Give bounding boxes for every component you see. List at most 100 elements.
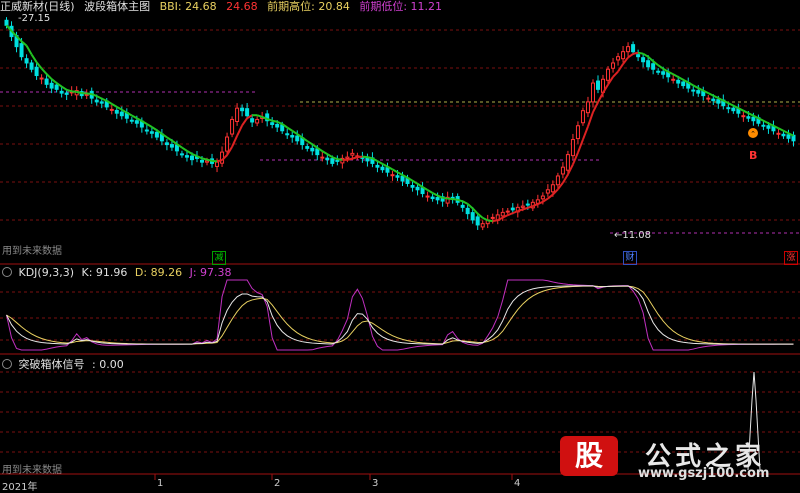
candles (5, 17, 795, 230)
bbi-segment (548, 195, 553, 199)
candle-body (216, 162, 219, 166)
bbi-segment (708, 93, 713, 96)
candle-body (717, 100, 720, 104)
candle-body (185, 156, 188, 158)
bbi-segment (598, 93, 603, 102)
candle-body (40, 78, 43, 79)
kdj-k-line (7, 286, 794, 344)
bbi-segment (72, 91, 77, 92)
bbi-segment (382, 164, 387, 167)
chart-canvas[interactable]: ⌃ (0, 0, 800, 491)
candle-body (511, 208, 514, 210)
candle-body (466, 208, 469, 213)
candle-body (50, 83, 53, 88)
bbi-segment (392, 169, 397, 172)
indicator-settings-icon[interactable] (2, 267, 12, 277)
candle-body (762, 125, 765, 126)
badge-reduce[interactable]: 减 (212, 251, 226, 265)
candle-body (130, 120, 133, 121)
main-grid (0, 30, 800, 220)
candle-body (311, 148, 314, 151)
bbi-segment (583, 126, 588, 139)
candle-body (180, 154, 183, 155)
bbi-segment (433, 193, 438, 196)
bbi-segment (347, 159, 352, 160)
indicator-settings-icon[interactable] (2, 359, 12, 369)
candle-body (25, 59, 28, 63)
candle-body (571, 140, 574, 156)
bbi-segment (182, 148, 187, 151)
bbi-segment (418, 184, 423, 187)
candle-body (677, 80, 680, 83)
bbi-segment (32, 54, 37, 62)
bbi-segment (593, 102, 598, 112)
candle-body (296, 136, 299, 141)
bbi-segment (167, 137, 172, 140)
candle-body (391, 175, 394, 176)
bbi-segment (728, 103, 733, 106)
candle-body (286, 134, 289, 135)
kdj-lines (7, 280, 794, 350)
candle-body (381, 167, 384, 170)
candle-body (351, 153, 354, 155)
candle-body (416, 187, 419, 190)
candle-body (145, 130, 148, 131)
candle-body (30, 63, 33, 69)
low-price-label: ←11.08 (614, 230, 651, 241)
candle-body (431, 197, 434, 199)
future-data-note-signal: 用到未来数据 (2, 461, 62, 476)
candle-body (541, 196, 544, 199)
candle-body (115, 110, 118, 113)
candle-body (707, 98, 710, 99)
candle-body (110, 109, 113, 110)
kdj-title[interactable]: KDJ(9,3,3) (19, 266, 75, 279)
bbi-segment (613, 72, 618, 77)
bbi-segment (337, 159, 342, 160)
candle-body (581, 111, 584, 123)
time-axis-tick: 4 (514, 478, 520, 489)
candle-body (627, 47, 630, 52)
bbi-segment (748, 113, 753, 116)
candle-body (95, 100, 98, 102)
candle-body (657, 71, 660, 72)
candle-body (326, 158, 329, 160)
bbi-segment (152, 127, 157, 130)
candle-body (5, 20, 8, 25)
bbi-segment (453, 199, 458, 200)
bbi-segment (77, 92, 82, 93)
bbi-segment (312, 144, 317, 148)
bbi-segment (352, 157, 357, 159)
candle-body (752, 117, 755, 121)
candle-body (221, 152, 224, 163)
candle-body (231, 119, 234, 134)
bbi-segment (673, 74, 678, 77)
bbi-segment (493, 220, 498, 221)
bbi-segment (783, 131, 788, 134)
candle-body (556, 176, 559, 185)
candle-body (596, 81, 599, 89)
bbi-segment (257, 115, 262, 117)
bbi-segment (97, 96, 102, 99)
candle-body (632, 45, 635, 52)
candle-body (491, 217, 494, 218)
bbi-segment (638, 53, 643, 54)
candle-body (622, 52, 625, 59)
candle-body (271, 123, 274, 125)
badge-finance[interactable]: 财 (623, 251, 637, 265)
bbi-segment (463, 201, 468, 204)
signal-header: 突破箱体信号 : 0.00 (2, 356, 124, 372)
bbi-segment (27, 46, 32, 55)
bbi-segment (87, 93, 92, 94)
bbi-segment (242, 118, 247, 125)
candle-body (336, 160, 339, 161)
candle-body (777, 133, 780, 134)
kdj-header: KDJ(9,3,3) K: 91.96 D: 89.26 J: 97.38 (2, 266, 232, 279)
candle-body (276, 124, 279, 127)
badge-rise[interactable]: 涨 (784, 251, 798, 265)
bbi-segment (47, 74, 52, 79)
bbi-segment (443, 198, 448, 199)
signal-title[interactable]: 突破箱体信号 (19, 358, 85, 371)
candle-body (206, 161, 209, 162)
candle-body (436, 198, 439, 200)
candle-body (697, 91, 700, 94)
